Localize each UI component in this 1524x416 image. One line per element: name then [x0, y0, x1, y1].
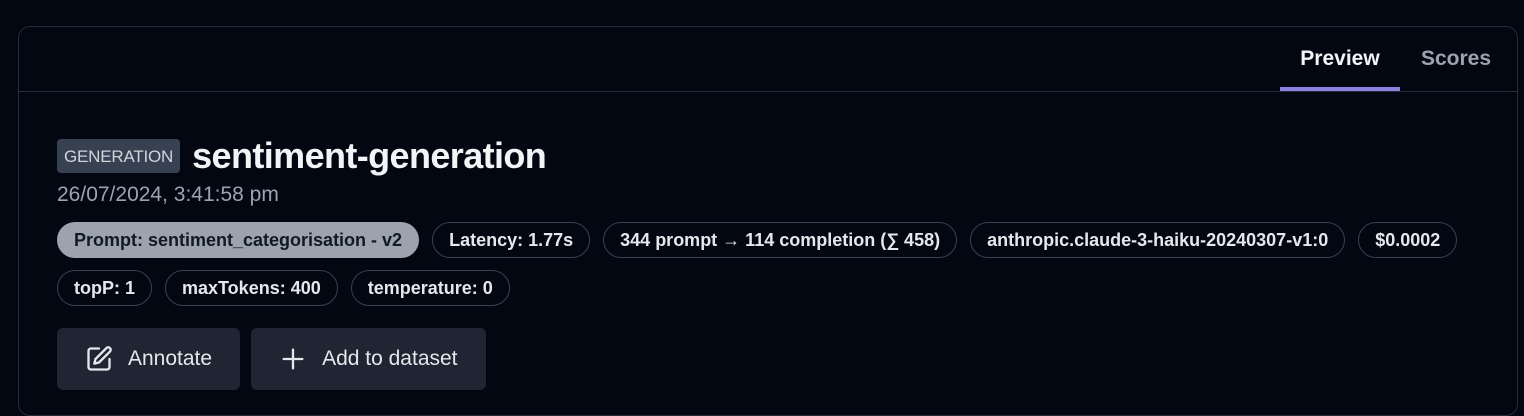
- preview-panel: GENERATION sentiment-generation 26/07/20…: [57, 135, 1497, 390]
- annotate-button[interactable]: Annotate: [57, 328, 241, 390]
- add-to-dataset-button-label: Add to dataset: [322, 347, 458, 370]
- title-row: GENERATION sentiment-generation: [57, 135, 1497, 177]
- max-tokens-badge: maxTokens: 400: [165, 270, 338, 306]
- tab-scores[interactable]: Scores: [1409, 27, 1503, 91]
- top-p-badge: topP: 1: [57, 270, 152, 306]
- token-usage-badge: 344 prompt → 114 completion (∑ 458): [603, 222, 958, 258]
- tab-bar: Preview Scores: [19, 27, 1517, 92]
- annotate-button-label: Annotate: [128, 347, 213, 370]
- metadata-badges: Prompt: sentiment_categorisation - v2 La…: [57, 222, 1497, 306]
- cost-badge: $0.0002: [1358, 222, 1458, 258]
- edit-square-icon: [85, 345, 113, 373]
- action-buttons: Annotate Add to dataset: [57, 328, 1497, 390]
- tab-preview[interactable]: Preview: [1280, 27, 1400, 91]
- observation-timestamp: 26/07/2024, 3:41:58 pm: [57, 183, 279, 206]
- model-badge: anthropic.claude-3-haiku-20240307-v1:0: [970, 222, 1346, 258]
- observation-type-badge: GENERATION: [57, 139, 181, 173]
- prompt-badge[interactable]: Prompt: sentiment_categorisation - v2: [57, 222, 420, 258]
- observation-card: Preview Scores GENERATION sentiment-gene…: [18, 26, 1518, 416]
- observation-title: sentiment-generation: [192, 135, 547, 176]
- add-to-dataset-button[interactable]: Add to dataset: [251, 328, 486, 390]
- temperature-badge: temperature: 0: [350, 270, 510, 306]
- plus-icon: [279, 345, 307, 373]
- latency-badge: Latency: 1.77s: [432, 222, 591, 258]
